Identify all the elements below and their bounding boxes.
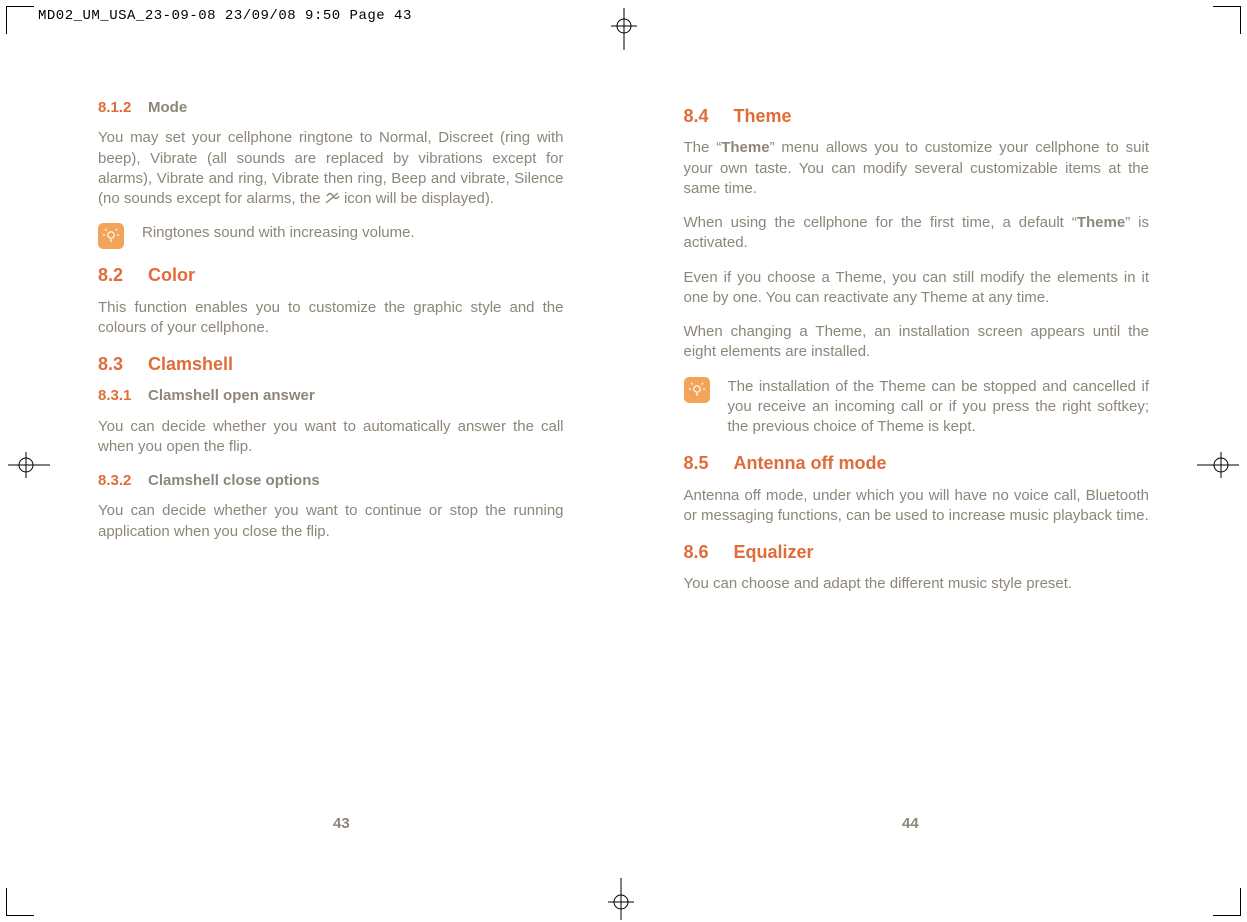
body-8-4-p4: When changing a Theme, an installation s… — [684, 322, 1150, 363]
page-right: 8.4Theme The “Theme” menu allows you to … — [624, 80, 1247, 609]
registration-mark-icon — [611, 8, 637, 50]
body-8-4-p3: Even if you choose a Theme, you can stil… — [684, 268, 1150, 309]
body-8-6: You can choose and adapt the different m… — [684, 574, 1150, 594]
heading-8-6: 8.6Equalizer — [684, 540, 1150, 564]
heading-8-3: 8.3Clamshell — [98, 352, 564, 376]
heading-8-3-1: 8.3.1Clamshell open answer — [98, 386, 564, 406]
tip-ringtones: Ringtones sound with increasing volume. — [98, 223, 564, 249]
lightbulb-icon — [684, 377, 710, 403]
heading-8-3-2: 8.3.2Clamshell close options — [98, 471, 564, 491]
page-number-right: 44 — [902, 815, 919, 832]
crop-mark — [1240, 888, 1241, 916]
crop-mark — [1240, 6, 1241, 34]
crop-mark — [6, 6, 7, 34]
heading-8-2: 8.2Color — [98, 263, 564, 287]
registration-mark-icon — [608, 878, 634, 920]
crop-mark — [6, 6, 34, 7]
heading-8-4: 8.4Theme — [684, 104, 1150, 128]
page-left: 8.1.2Mode You may set your cellphone rin… — [0, 80, 624, 609]
body-8-4-p1: The “Theme” menu allows you to customize… — [684, 138, 1150, 199]
crop-mark — [1213, 6, 1241, 7]
tip-text: The installation of the Theme can be sto… — [728, 377, 1150, 438]
crop-mark — [6, 915, 34, 916]
body-8-4-p2: When using the cellphone for the first t… — [684, 213, 1150, 254]
page-number-left: 43 — [333, 815, 350, 832]
body-8-1-2: You may set your cellphone ringtone to N… — [98, 128, 564, 209]
body-8-3-1: You can decide whether you want to autom… — [98, 417, 564, 458]
tip-theme: The installation of the Theme can be sto… — [684, 377, 1150, 438]
crop-mark — [1213, 915, 1241, 916]
body-8-3-2: You can decide whether you want to conti… — [98, 501, 564, 542]
silence-icon — [325, 191, 340, 205]
lightbulb-icon — [98, 223, 124, 249]
body-8-2: This function enables you to customize t… — [98, 298, 564, 339]
crop-mark — [6, 888, 7, 916]
heading-8-5: 8.5Antenna off mode — [684, 451, 1150, 475]
tip-text: Ringtones sound with increasing volume. — [142, 223, 564, 243]
body-8-5: Antenna off mode, under which you will h… — [684, 486, 1150, 527]
heading-8-1-2: 8.1.2Mode — [98, 98, 564, 118]
page-spread: 8.1.2Mode You may set your cellphone rin… — [0, 80, 1247, 609]
print-job-header: MD02_UM_USA_23-09-08 23/09/08 9:50 Page … — [38, 8, 412, 24]
